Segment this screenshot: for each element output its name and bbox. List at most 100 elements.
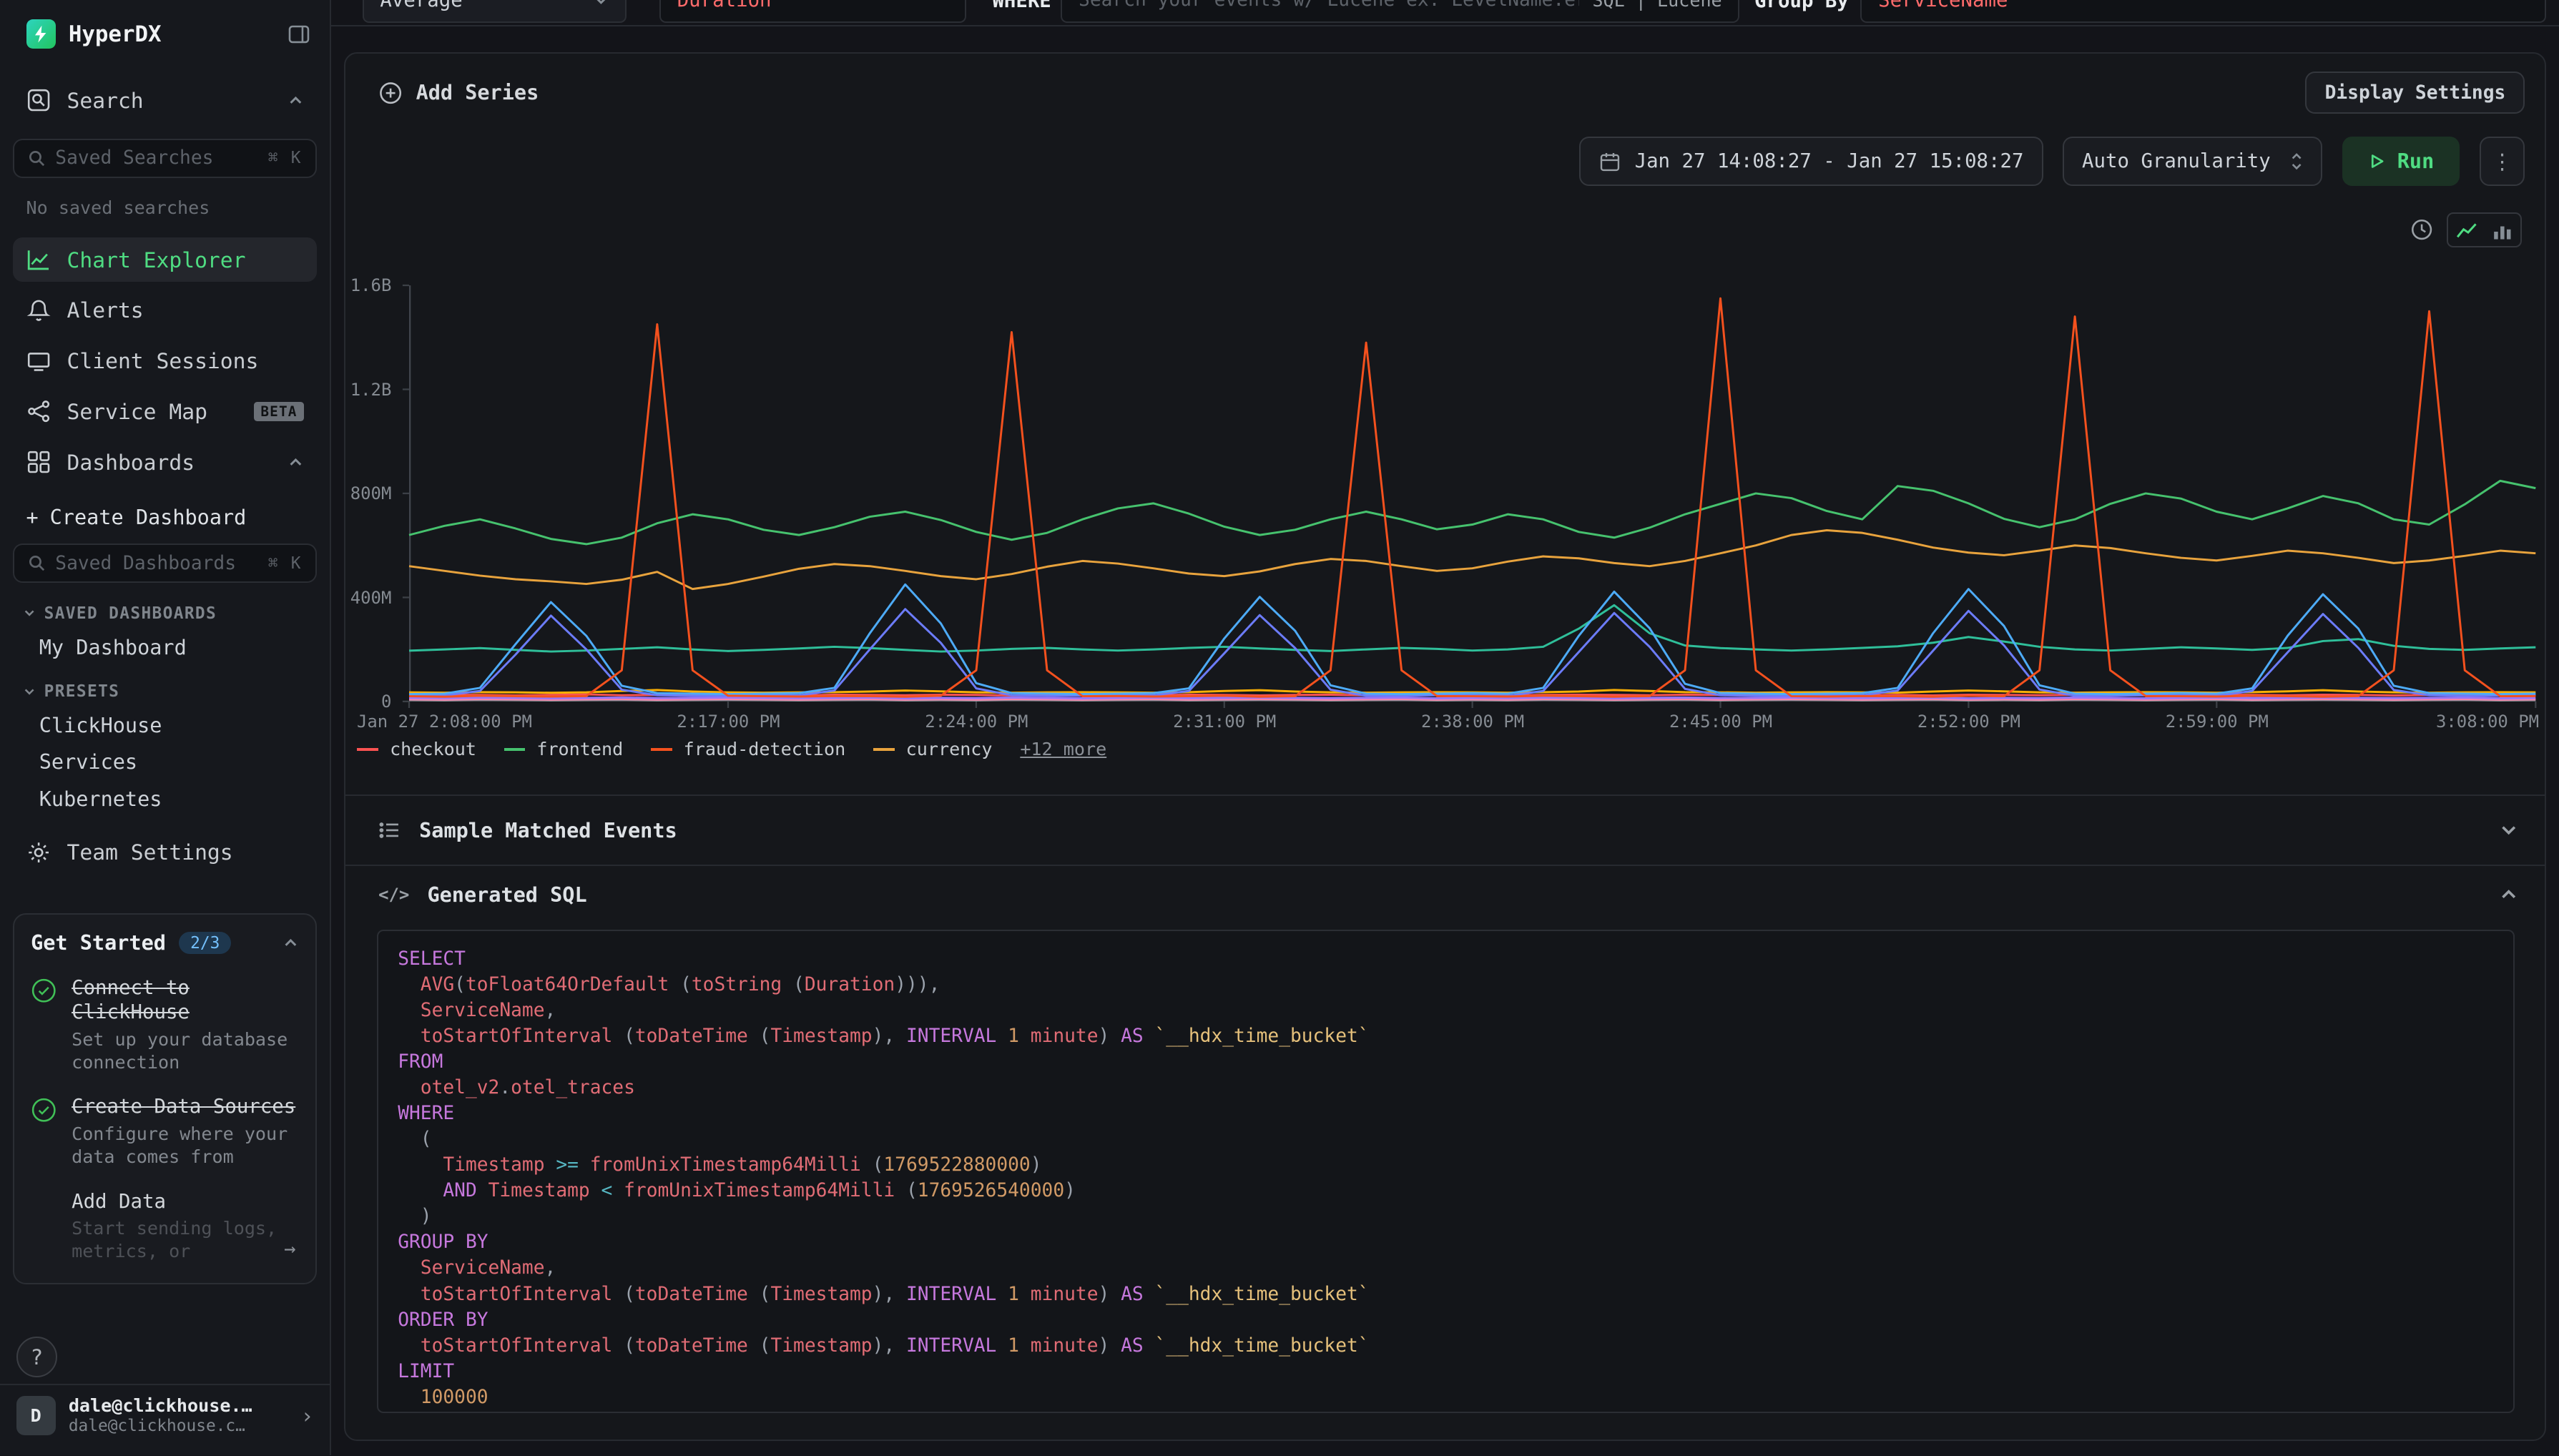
x-axis-label: 2:38:00 PM: [1421, 712, 1524, 732]
sidebar-item-alerts[interactable]: Alerts: [13, 288, 317, 333]
run-button[interactable]: Run: [2342, 137, 2460, 185]
sidebar-preset-item[interactable]: Services: [39, 744, 317, 780]
avatar: D: [16, 1396, 56, 1435]
y-axis-label: 800M: [350, 483, 392, 503]
sql-lucene-toggle[interactable]: SQL | Lucene: [1592, 0, 1721, 11]
get-started-title: Get Started: [31, 931, 166, 955]
sql-line: AVG(toFloat64OrDefault (toString (Durati…: [398, 972, 2494, 998]
chevron-up-icon: [283, 935, 299, 951]
y-axis-label: 1.2B: [350, 380, 392, 400]
sql-line: ServiceName,: [398, 998, 2494, 1023]
saved-searches-input[interactable]: Saved Searches ⌘ K: [13, 139, 317, 178]
bar-chart-toggle[interactable]: [2485, 214, 2520, 247]
get-started-item-desc: Set up your database connection: [72, 1028, 299, 1074]
group-by-input[interactable]: ServiceName: [1860, 0, 2545, 23]
saved-dashboards-input[interactable]: Saved Dashboards ⌘ K: [13, 543, 317, 583]
get-started-card: Get Started 2/3 Connect to ClickHouseSet…: [13, 913, 317, 1284]
section-title: Sample Matched Events: [419, 819, 677, 842]
sidebar: HyperDX Search Saved Searches ⌘ K No sav…: [0, 0, 331, 1455]
chart-type-switcher: [2447, 212, 2521, 248]
event-search-input[interactable]: Search your events w/ Lucene ex: LevelNa…: [1061, 0, 1739, 23]
sidebar-preset-item[interactable]: ClickHouse: [39, 707, 317, 744]
sidebar-preset-item[interactable]: Kubernetes: [39, 780, 317, 817]
sidebar-item-team-settings[interactable]: Team Settings: [13, 830, 317, 875]
get-started-item-title: Create Data Sources: [72, 1095, 299, 1119]
legend-swatch: [873, 748, 895, 752]
sidebar-collapse-icon[interactable]: [288, 23, 310, 46]
sidebar-item-dashboards[interactable]: Dashboards: [13, 440, 317, 484]
chart[interactable]: 0400M800M1.2B1.6B Jan 27 2:08:00 PM2:17:…: [345, 285, 2544, 759]
line-chart-toggle[interactable]: [2448, 214, 2484, 247]
bar-chart-icon: [2492, 220, 2513, 241]
chevron-down-icon: [23, 606, 36, 619]
search-icon: [28, 554, 46, 572]
sample-matched-events-section[interactable]: Sample Matched Events: [345, 795, 2544, 865]
sidebar-item-label: Service Map: [67, 399, 207, 424]
todo-placeholder-icon: [31, 1190, 59, 1264]
create-dashboard-button[interactable]: + Create Dashboard: [26, 506, 317, 529]
help-button[interactable]: ?: [16, 1337, 57, 1377]
sql-line: ORDER BY: [398, 1307, 2494, 1333]
metric-field-input[interactable]: Duration: [659, 0, 966, 23]
sidebar-item-service-map[interactable]: Service Map BETA: [13, 390, 317, 434]
saved-dashboards-header[interactable]: SAVED DASHBOARDS: [23, 604, 317, 623]
sidebar-item-label: Team Settings: [67, 840, 233, 865]
calendar-icon: [1598, 150, 1621, 173]
y-axis-label: 1.6B: [350, 275, 392, 295]
add-series-button[interactable]: Add Series: [378, 81, 539, 105]
x-axis-label: 2:59:00 PM: [2166, 712, 2269, 732]
line-chart-icon: [2456, 220, 2477, 241]
play-icon: [2368, 152, 2386, 170]
aggregation-select[interactable]: Average: [363, 0, 627, 23]
chevron-down-icon: [23, 685, 36, 698]
legend-item[interactable]: frontend: [504, 739, 624, 759]
legend-item[interactable]: fraud-detection: [651, 739, 845, 759]
sidebar-item-search[interactable]: Search: [13, 79, 317, 123]
sql-line: SELECT: [398, 946, 2494, 972]
query-toolbar: Average Duration WHERE Search your event…: [331, 0, 2559, 26]
saved-searches-placeholder: Saved Searches: [55, 147, 213, 169]
monitor-icon: [26, 349, 51, 373]
y-axis: 0400M800M1.2B1.6B: [345, 285, 399, 702]
sql-line: toStartOfInterval (toDateTime (Timestamp…: [398, 1333, 2494, 1359]
hyperdx-logo-icon[interactable]: [26, 19, 56, 49]
date-range-picker[interactable]: Jan 27 14:08:27 - Jan 27 15:08:27: [1579, 137, 2043, 185]
legend-label: fraud-detection: [684, 739, 846, 759]
sql-line: Timestamp >= fromUnixTimestamp64Milli (1…: [398, 1152, 2494, 1178]
bell-icon: [26, 298, 51, 323]
sidebar-item-client-sessions[interactable]: Client Sessions: [13, 339, 317, 383]
chart-canvas[interactable]: [409, 285, 2535, 702]
legend-swatch: [357, 748, 378, 752]
x-axis-label: Jan 27 2:08:00 PM: [357, 712, 532, 732]
generated-sql-code[interactable]: SELECT AVG(toFloat64OrDefault (toString …: [377, 930, 2515, 1412]
get-started-item-title: Connect to ClickHouse: [72, 976, 299, 1025]
list-icon: [378, 819, 401, 842]
logo-row: HyperDX: [0, 0, 330, 49]
time-toggle-button[interactable]: [2410, 217, 2434, 242]
saved-dashboards-placeholder: Saved Dashboards: [55, 553, 236, 574]
get-started-item[interactable]: Create Data SourcesConfigure where your …: [31, 1095, 299, 1169]
more-options-button[interactable]: ⋮: [2480, 137, 2525, 185]
clock-icon: [2410, 217, 2434, 242]
account-email: dale@clickhouse.c…: [69, 1417, 252, 1436]
chart-explorer-panel: Add Series Display Settings Jan 27 14:08…: [344, 52, 2545, 1441]
legend-swatch: [651, 748, 672, 752]
generated-sql-section[interactable]: </> Generated SQL: [345, 865, 2544, 923]
sidebar-item-chart-explorer[interactable]: Chart Explorer: [13, 237, 317, 282]
account-row[interactable]: D dale@clickhouse.… dale@clickhouse.c… ›: [0, 1384, 330, 1446]
sidebar-item-my-dashboard[interactable]: My Dashboard: [39, 629, 317, 666]
sql-line: otel_v2.otel_traces: [398, 1075, 2494, 1101]
legend-label: currency: [906, 739, 993, 759]
chevron-up-icon: [288, 454, 304, 471]
granularity-select[interactable]: Auto Granularity: [2063, 137, 2323, 185]
chart-series-unlabeled-pink: [409, 699, 2535, 700]
chart-series-unlabeled-teal: [409, 605, 2535, 651]
get-started-item[interactable]: Add DataStart sending logs, metrics, or→: [31, 1190, 299, 1264]
legend-more-link[interactable]: +12 more: [1020, 739, 1106, 759]
get-started-item[interactable]: Connect to ClickHouseSet up your databas…: [31, 976, 299, 1074]
display-settings-button[interactable]: Display Settings: [2305, 72, 2525, 114]
legend-item[interactable]: currency: [873, 739, 993, 759]
presets-header[interactable]: PRESETS: [23, 682, 317, 701]
legend-item[interactable]: checkout: [357, 739, 476, 759]
get-started-header[interactable]: Get Started 2/3: [31, 931, 299, 955]
